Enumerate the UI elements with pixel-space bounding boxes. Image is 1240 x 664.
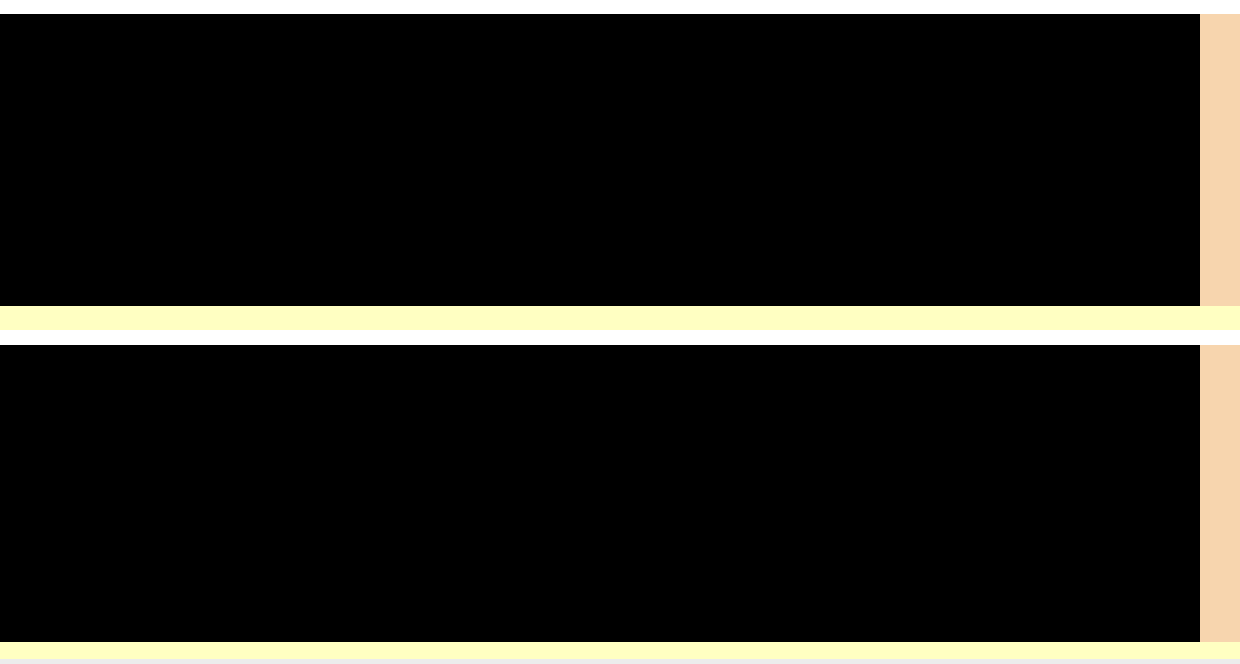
time-axis-strip-lcp-cropped: [0, 642, 1240, 664]
spectrogram-canvas-lcp: [0, 345, 1200, 642]
spectrogram-panel-rcp: [0, 0, 1240, 330]
spectrogram-row-rcp: [0, 14, 1240, 306]
frequency-axis-lcp: [1200, 345, 1240, 642]
panel-title-lcp: [0, 330, 1240, 345]
spectrogram-row-lcp: [0, 345, 1240, 642]
frequency-axis-rcp: [1200, 14, 1240, 306]
panel-title-rcp: [0, 0, 1240, 14]
time-axis: [0, 306, 1240, 330]
spectrogram-canvas-rcp: [0, 14, 1200, 306]
spectrogram-panel-lcp: [0, 330, 1240, 664]
